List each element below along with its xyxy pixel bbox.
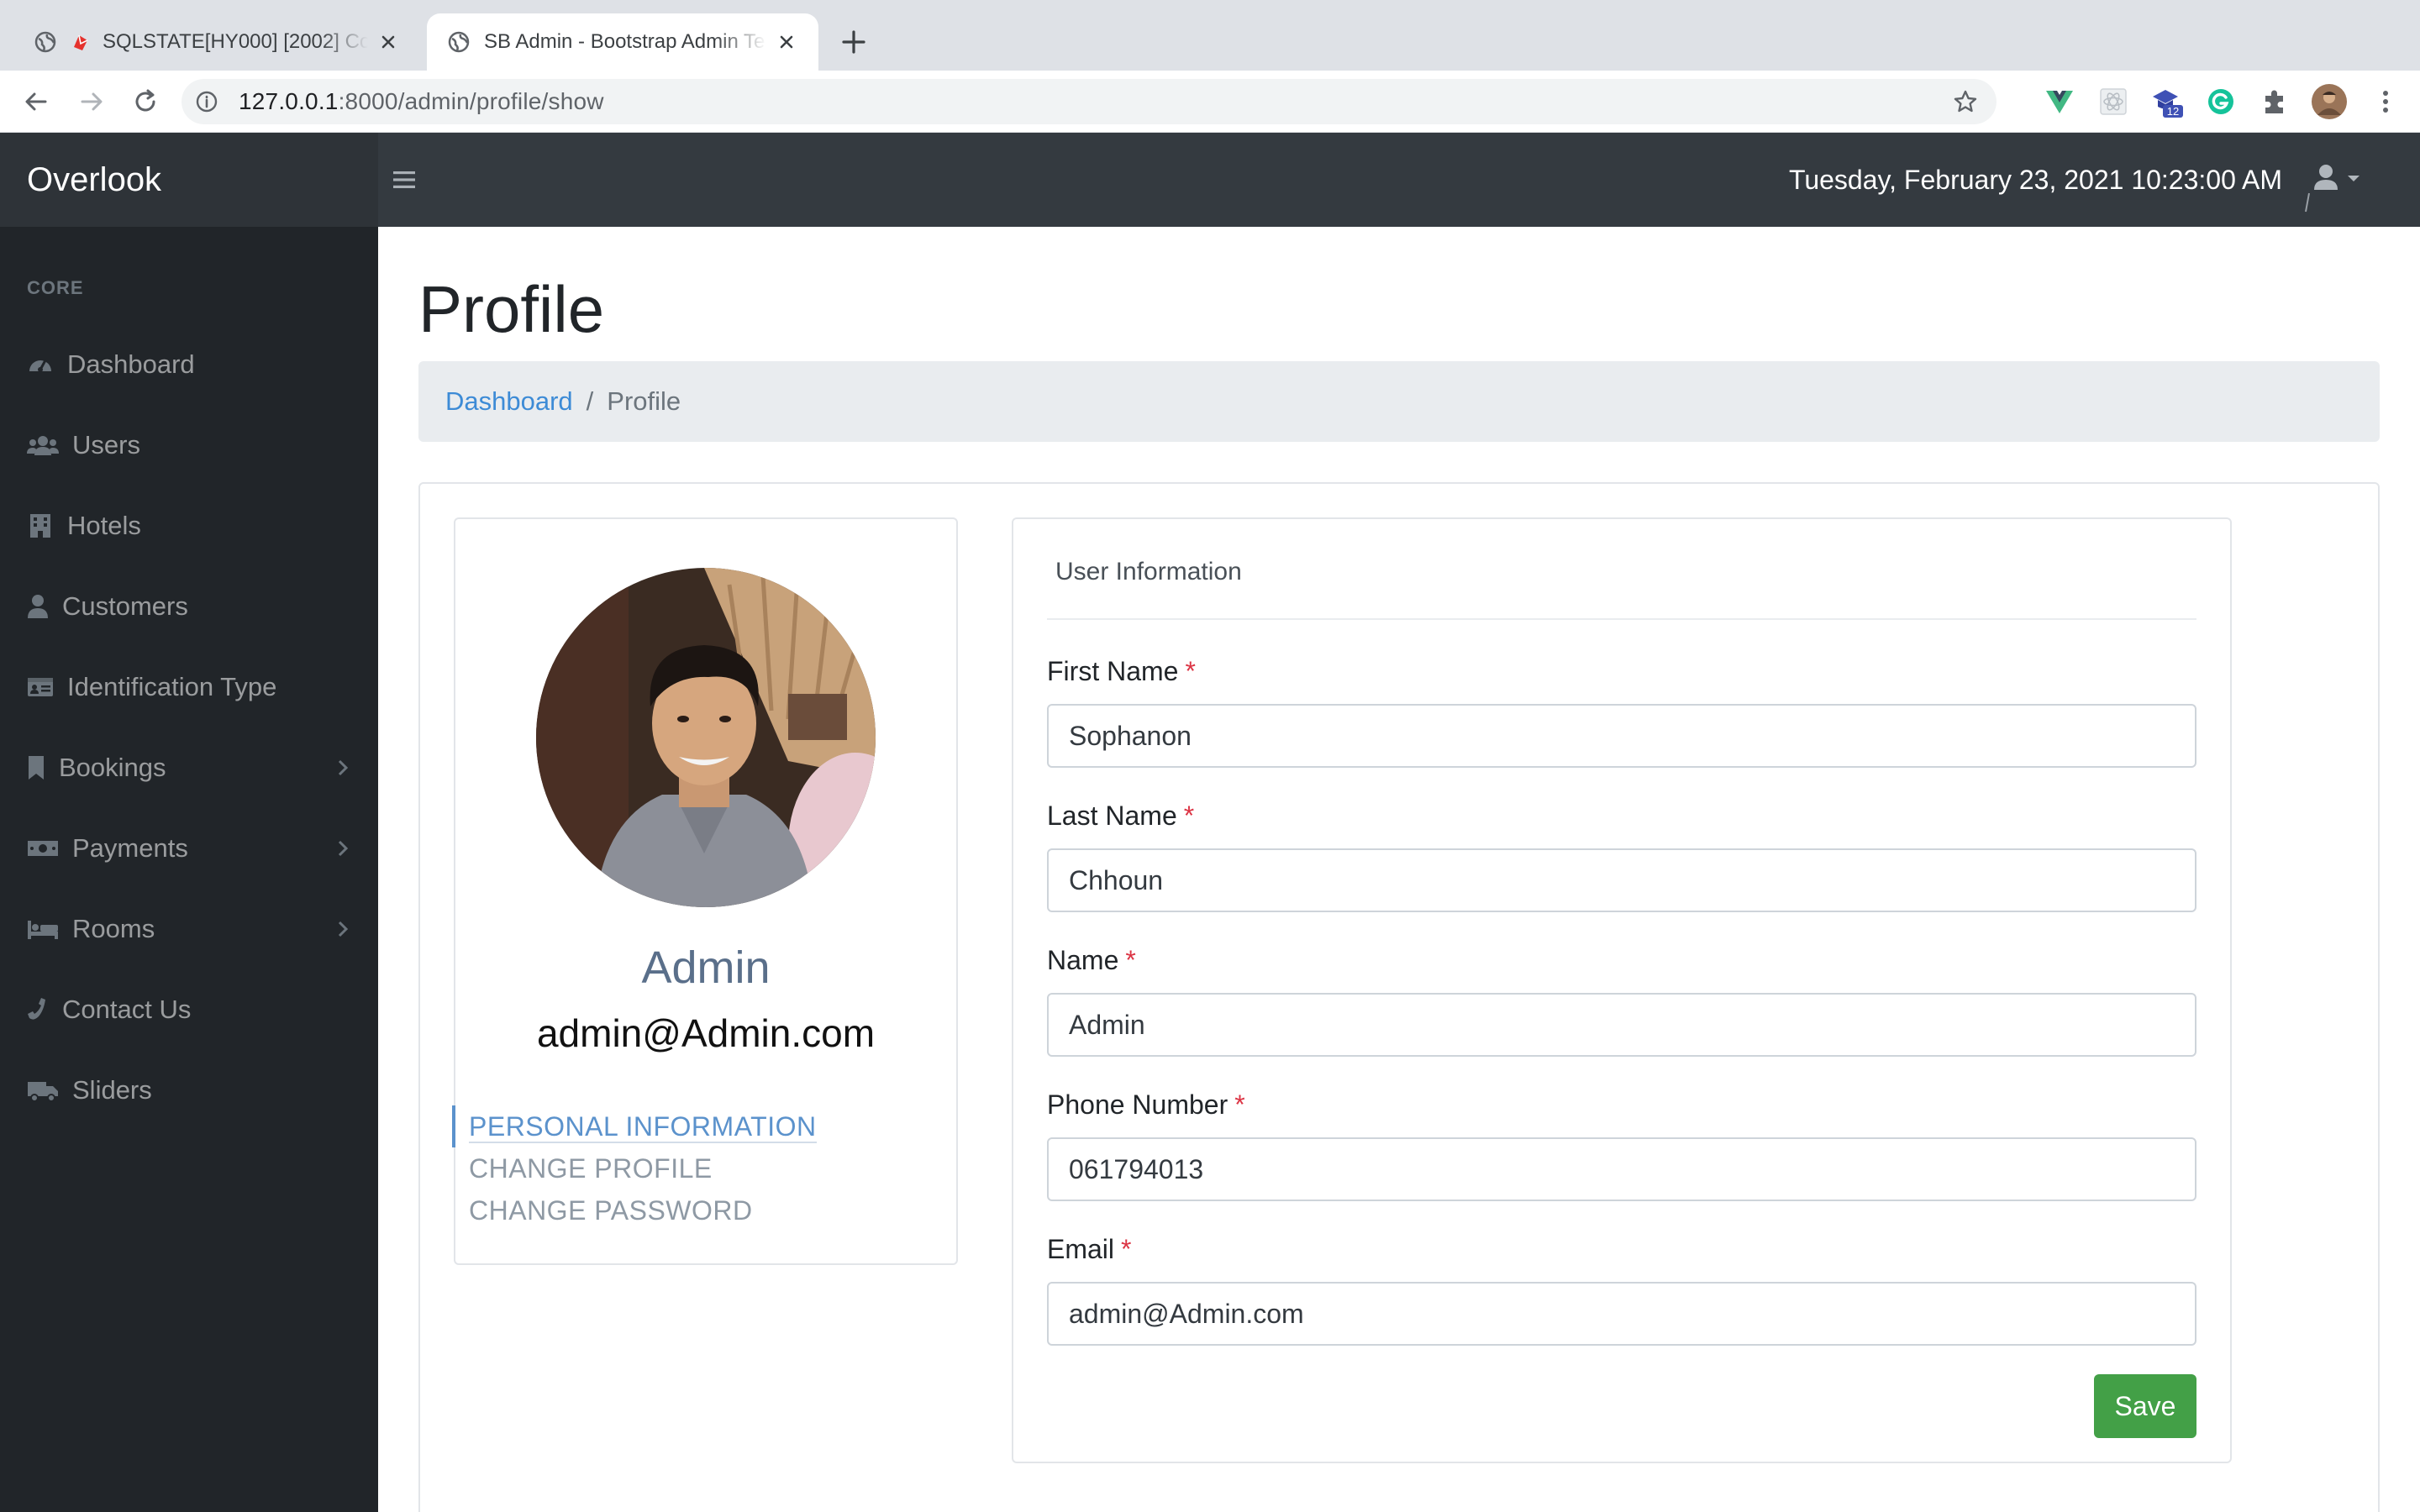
sidebar-heading: CORE [27,277,84,298]
bookmark-star-icon[interactable] [1953,89,1978,114]
truck-icon [28,1082,58,1102]
bed-icon [28,921,58,939]
phone-number-input[interactable] [1047,1137,2196,1201]
save-button[interactable]: Save [2094,1374,2196,1438]
tab-title: SQLSTATE[HY000] [2002] Connection refuse… [103,30,368,53]
sidebar-toggle-icon[interactable] [392,168,417,192]
required-marker: * [1125,945,1136,975]
sidebar-item-rooms[interactable]: Rooms [0,889,378,969]
vue-devtools-icon[interactable] [2044,86,2075,118]
chevron-right-icon [338,759,349,776]
profile-avatar-icon[interactable] [2311,83,2348,120]
card-title: User Information [1055,558,1242,585]
page-title: Profile [418,272,605,346]
breadcrumb: Dashboard / Profile [418,361,2380,442]
required-marker: * [1183,801,1195,831]
forward-arrow-icon[interactable] [76,86,108,118]
required-marker: * [1121,1234,1132,1264]
sidebar-item-customers[interactable]: Customers [0,566,378,647]
menu-change-profile[interactable]: CHANGE PROFILE [469,1147,713,1189]
browser-tab-sqlstate[interactable]: SQLSTATE[HY000] [2002] Connection refuse… [13,13,420,71]
breadcrumb-link-dashboard[interactable]: Dashboard [445,386,573,417]
first-name-input[interactable] [1047,704,2196,768]
sidebar-item-identification-type[interactable]: Identification Type [0,647,378,727]
name-input[interactable] [1047,993,2196,1057]
sidebar-item-users[interactable]: Users [0,405,378,486]
app-navbar: Overlook Tuesday, February 23, 2021 10:2… [0,133,2420,227]
back-arrow-icon[interactable] [20,86,52,118]
browser-toolbar: 127.0.0.1:8000/admin/profile/show 12 [0,71,2420,133]
sidebar-item-hotels[interactable]: Hotels [0,486,378,566]
react-devtools-icon[interactable] [2097,86,2129,118]
current-datetime: Tuesday, February 23, 2021 10:23:00 AM [1788,165,2282,195]
extensions-puzzle-icon[interactable] [2259,86,2291,118]
email-label: Email * [1047,1234,1132,1264]
last-name-label: Last Name * [1047,801,1195,831]
id-card-icon [28,678,53,696]
laravel-icon [74,34,88,50]
sidebar-item-label: Dashboard [67,349,195,379]
reload-icon[interactable] [129,86,161,118]
user-icon [28,595,48,618]
info-icon[interactable] [195,90,218,113]
profile-name: Admin [641,942,771,993]
grammarly-icon[interactable] [2205,86,2237,118]
menu-personal-information[interactable]: PERSONAL INFORMATION [452,1105,817,1147]
sidebar-item-sliders[interactable]: Sliders [0,1050,378,1131]
required-marker: * [1234,1089,1245,1120]
url-text: 127.0.0.1:8000/admin/profile/show [239,88,604,114]
first-name-label: First Name * [1047,656,1196,686]
last-name-input[interactable] [1047,848,2196,912]
chevron-right-icon [338,840,349,857]
profile-photo [536,568,876,907]
breadcrumb-separator: / [586,386,594,416]
sidebar-item-dashboard[interactable]: Dashboard [0,324,378,405]
required-marker: * [1185,656,1196,686]
extension-badge: 12 [2167,105,2179,118]
chevron-right-icon [338,921,349,937]
browser-tab-strip: SQLSTATE[HY000] [2002] Connection refuse… [0,0,2420,71]
browser-tab-sb-admin[interactable]: SB Admin - Bootstrap Admin Template [427,13,818,71]
sidebar-item-label: Sliders [72,1075,152,1105]
sidebar-item-label: Users [72,430,140,459]
bookmark-icon [29,756,44,780]
sidebar: CORE Dashboard Users Hotels Customers Id… [0,227,378,1512]
sidebar-item-bookings[interactable]: Bookings [0,727,378,808]
sidebar-item-label: Rooms [72,914,155,943]
sidebar-item-label: Bookings [59,753,166,782]
profile-email: admin@Admin.com [536,1011,876,1055]
new-tab-icon[interactable] [839,27,869,57]
money-bill-icon [28,841,58,856]
sidebar-item-payments[interactable]: Payments [0,808,378,889]
email-input[interactable] [1047,1282,2196,1346]
sidebar-item-contact-us[interactable]: Contact Us [0,969,378,1050]
sidebar-item-label: Payments [72,833,188,863]
close-tab-icon[interactable] [775,30,798,54]
avatar [536,568,876,907]
name-label: Name * [1047,945,1136,975]
sidebar-item-label: Contact Us [62,995,192,1024]
graduation-cap-extension-icon[interactable]: 12 [2151,86,2183,118]
sidebar-item-label: Customers [62,591,188,621]
browser-menu-icon[interactable] [2370,86,2402,118]
building-icon [30,514,50,538]
sidebar-item-label: Identification Type [67,672,277,701]
globe-icon [448,31,470,53]
sidebar-item-label: Hotels [67,511,141,540]
tachometer-icon [29,359,51,372]
tab-title: SB Admin - Bootstrap Admin Template [484,30,766,53]
card-divider [1047,618,2196,620]
address-bar[interactable]: 127.0.0.1:8000/admin/profile/show [182,79,1996,124]
phone-number-label: Phone Number * [1047,1089,1245,1120]
users-icon [27,436,59,455]
user-dropdown-icon[interactable] [2307,161,2375,195]
menu-change-password[interactable]: CHANGE PASSWORD [469,1189,753,1231]
close-tab-icon[interactable] [376,30,400,54]
globe-icon [34,31,56,53]
brand-logo[interactable]: Overlook [0,133,378,227]
breadcrumb-current: Profile [607,386,681,416]
phone-icon [28,998,45,1020]
